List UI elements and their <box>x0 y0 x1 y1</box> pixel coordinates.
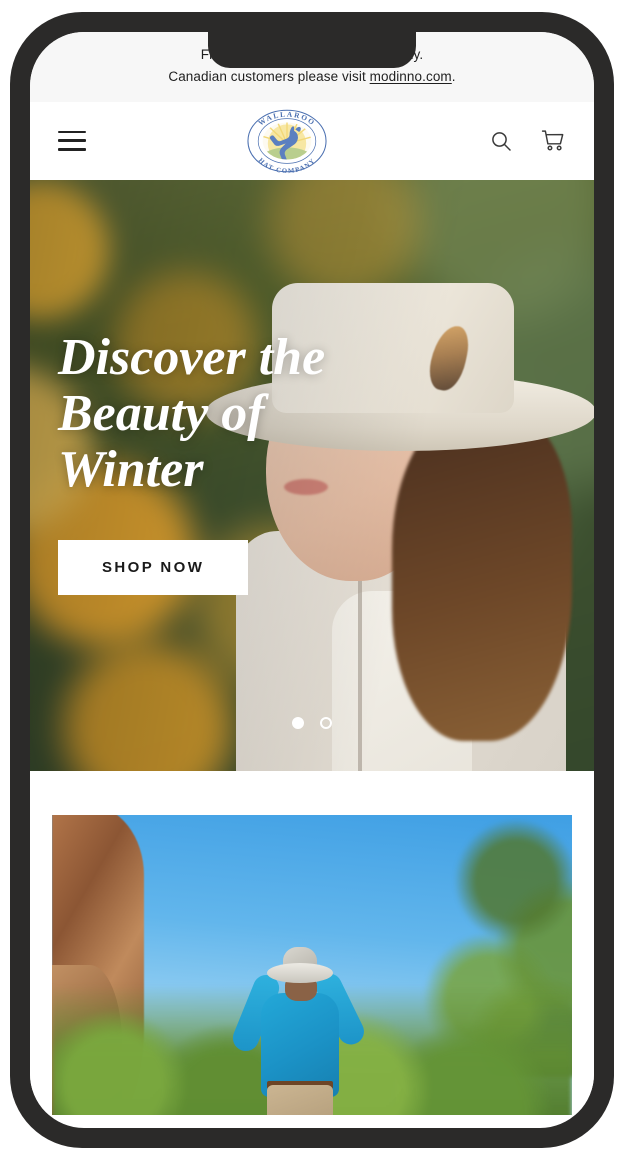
hero-carousel: Discover the Beauty of Winter Shop Now <box>30 179 594 771</box>
carousel-dots <box>30 716 594 729</box>
modinno-link[interactable]: modinno.com <box>370 69 452 84</box>
promo-section <box>30 770 594 1115</box>
announcement-line-2-suffix: . <box>451 68 456 84</box>
site-logo[interactable]: WALLAROO HAT COMPANY <box>86 106 488 176</box>
phone-device-frame: Free Shipping on ontinental US only. Can… <box>10 12 614 1148</box>
carousel-dot-1[interactable] <box>292 716 304 729</box>
shopping-cart-icon[interactable] <box>540 128 566 154</box>
announcement-line-2: Canadian customers please visit modinno.… <box>40 66 584 88</box>
phone-screen: Free Shipping on ontinental US only. Can… <box>30 32 594 1128</box>
announcement-line-2-prefix: Canadian customers please visit <box>168 68 370 84</box>
shop-now-button[interactable]: Shop Now <box>58 540 249 596</box>
wallaroo-hat-company-logo-icon: WALLAROO HAT COMPANY <box>247 109 327 175</box>
promo-image[interactable] <box>52 814 572 1115</box>
hamburger-menu-icon[interactable] <box>58 130 86 151</box>
hamburger-line <box>58 130 86 134</box>
hiker-hat-brim <box>266 962 333 983</box>
hero-content: Discover the Beauty of Winter Shop Now <box>58 328 326 596</box>
header-actions <box>488 128 566 154</box>
site-header: WALLAROO HAT COMPANY <box>30 101 594 180</box>
promo-hiker-figure <box>227 929 377 1115</box>
hamburger-line <box>58 148 86 151</box>
phone-notch <box>208 32 416 68</box>
hamburger-line <box>58 139 86 143</box>
carousel-dot-2[interactable] <box>320 716 332 729</box>
hiker-shorts <box>266 1084 333 1115</box>
hero-headline: Discover the Beauty of Winter <box>58 328 326 499</box>
search-icon[interactable] <box>488 128 514 154</box>
